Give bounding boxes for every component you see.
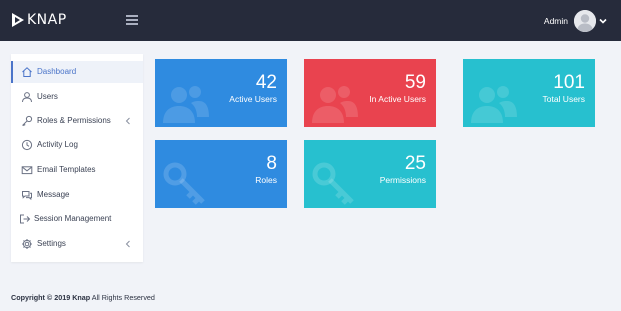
stat-card-total-users[interactable]: 101 Total Users [463,59,595,127]
stat-label: Active Users [229,94,277,104]
rights-text: All Rights Reserved [90,293,155,302]
sidebar-item-label: Session Management [34,214,112,223]
copyright-text: Copyright © 2019 Knap [11,293,91,302]
stat-value: 25 [404,153,426,174]
sidebar-item-label: Settings [37,239,66,248]
chat-icon [22,191,32,201]
logo-text: KNAP [27,12,67,28]
stat-value: 8 [266,153,277,174]
chevron-down-icon [599,18,607,24]
key-icon [22,115,33,127]
stat-label: Permissions [379,175,426,185]
stat-value: 101 [553,72,585,93]
sidebar-item-users[interactable]: Users [11,86,143,108]
users-icon [312,86,358,123]
sidebar-item-label: Activity Log [37,140,78,149]
avatar-placeholder-icon [574,10,596,32]
menu-toggle-button[interactable] [126,15,138,25]
sidebar-item-label: Users [37,92,58,101]
stat-card-inactive-users[interactable]: 59 In Active Users [304,59,436,127]
app-logo[interactable]: KNAP [11,11,67,29]
stat-label: Total Users [542,94,585,104]
sidebar-item-label: Email Templates [37,165,96,174]
sidebar-item-activity-log[interactable]: Activity Log [11,134,143,156]
footer: Copyright © 2019 Knap All Rights Reserve… [11,293,155,302]
home-icon [22,67,32,77]
sidebar-item-label: Roles & Permissions [37,116,111,125]
stat-card-permissions[interactable]: 25 Permissions [304,140,436,208]
sign-out-icon [20,214,31,224]
sidebar-item-email-templates[interactable]: Email Templates [11,159,143,181]
sidebar-item-label: Dashboard [37,67,77,76]
key-icon [163,162,205,205]
user-icon [22,92,32,103]
clock-icon [21,139,33,151]
sidebar-item-message[interactable]: Message [11,184,143,206]
sidebar: Dashboard Users Roles & Permissions Acti… [11,54,143,262]
users-icon [163,86,209,123]
user-menu[interactable]: Admin [544,9,607,33]
stat-label: Roles [255,175,277,185]
sidebar-item-roles-permissions[interactable]: Roles & Permissions [11,110,143,132]
logo-mark-icon [12,13,24,27]
stat-label: In Active Users [369,94,426,104]
stat-value: 42 [255,72,277,93]
mail-icon [21,166,33,175]
gear-icon [22,239,32,249]
user-name: Admin [543,16,568,26]
sidebar-item-session-management[interactable]: Session Management [11,208,143,230]
key-icon [312,162,354,205]
chevron-left-icon [125,117,130,125]
stat-card-active-users[interactable]: 42 Active Users [155,59,287,127]
avatar[interactable] [574,10,596,32]
sidebar-item-settings[interactable]: Settings [11,233,143,255]
stat-value: 59 [404,72,426,93]
sidebar-item-label: Message [37,190,70,199]
sidebar-item-dashboard[interactable]: Dashboard [11,61,143,83]
users-icon [471,86,517,123]
stat-card-roles[interactable]: 8 Roles [155,140,287,208]
chevron-left-icon [125,240,130,248]
top-bar: KNAP Admin [0,0,621,41]
